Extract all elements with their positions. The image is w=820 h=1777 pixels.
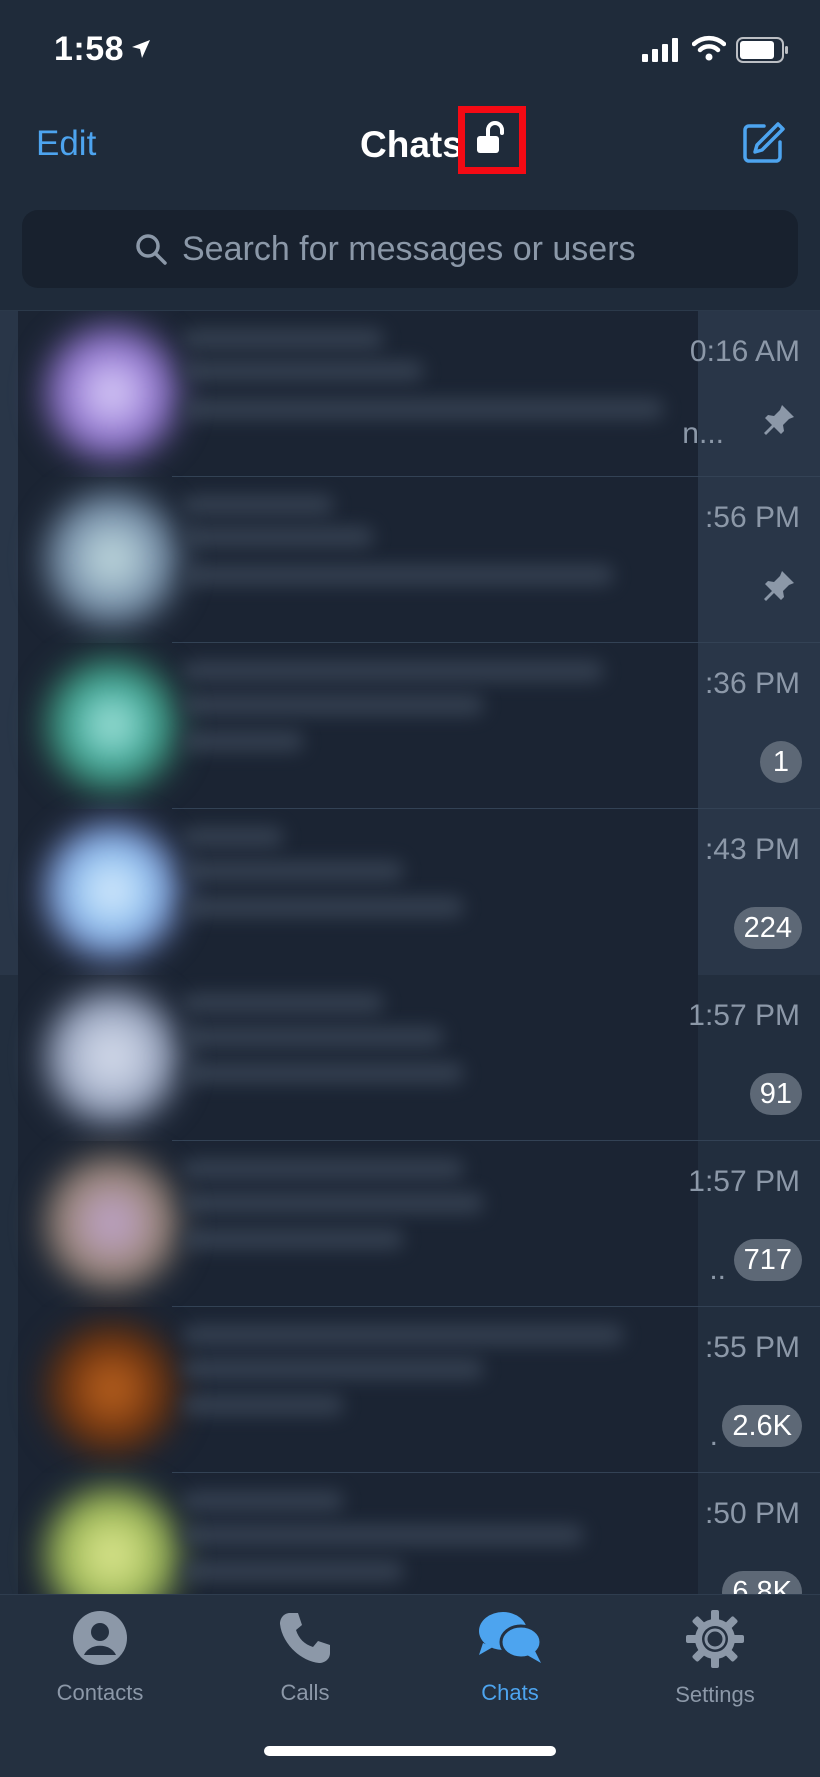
tab-calls[interactable]: Calls (225, 1609, 385, 1719)
avatar (44, 823, 180, 959)
blurred-content (18, 477, 698, 643)
unread-badge: 6.8K (722, 1571, 802, 1594)
avatar (44, 1321, 180, 1457)
battery-icon (736, 37, 790, 68)
chat-preview: . (709, 1419, 718, 1452)
chat-time: :55 PM (704, 1331, 800, 1364)
chat-preview: n... (682, 417, 724, 450)
chat-list[interactable]: 0:16 AM n... :56 PM :36 PM 1:43 PM 224 … (0, 311, 820, 1594)
blurred-content (18, 311, 698, 477)
tab-label: Chats (481, 1680, 539, 1705)
compose-icon (740, 122, 786, 170)
chat-row[interactable]: :50 PM 6.8K (0, 1473, 820, 1594)
chat-row[interactable]: :55 PM . 2.6K (0, 1307, 820, 1473)
chat-row[interactable]: :43 PM 224 (0, 809, 820, 975)
unlock-button[interactable] (458, 106, 526, 174)
wifi-icon (691, 34, 727, 67)
blurred-content (18, 975, 698, 1141)
chats-bubble-icon (430, 1609, 590, 1672)
unread-badge: 91 (749, 1073, 802, 1115)
location-arrow-icon (130, 38, 152, 65)
chat-time: 1:57 PM (688, 1165, 800, 1198)
blurred-content (18, 643, 698, 809)
tab-label: Settings (675, 1682, 755, 1707)
blurred-content (18, 1141, 698, 1307)
chat-time: :56 PM (704, 501, 800, 534)
status-time: 1:58 (54, 30, 125, 68)
tab-label: Contacts (56, 1680, 144, 1705)
pin-icon (762, 403, 796, 442)
blurred-content (18, 1473, 698, 1594)
chat-row[interactable]: 1:57 PM 91 (0, 975, 820, 1141)
tab-chats[interactable]: Chats (430, 1609, 590, 1719)
chat-row[interactable]: 0:16 AM n... (0, 311, 820, 477)
avatar (44, 1155, 180, 1291)
search-bar[interactable] (22, 210, 798, 288)
chat-row[interactable]: 1:57 PM .. 717 (0, 1141, 820, 1307)
phone-icon (225, 1609, 385, 1672)
unread-badge: 1 (760, 741, 802, 783)
unread-badge: 717 (733, 1239, 802, 1281)
contacts-icon (20, 1609, 180, 1672)
edit-button[interactable]: Edit (36, 124, 96, 164)
chat-time: 1:57 PM (688, 999, 800, 1032)
tab-settings[interactable]: Settings (635, 1609, 795, 1719)
chat-row[interactable]: :56 PM (0, 477, 820, 643)
pin-icon (762, 569, 796, 608)
chat-time: 0:16 AM (689, 335, 800, 368)
cellular-signal-icon (642, 38, 680, 67)
gear-icon (635, 1609, 795, 1674)
chat-time: :50 PM (704, 1497, 800, 1530)
avatar (44, 491, 180, 627)
page-title: Chats (360, 124, 463, 165)
status-bar: 1:58 (0, 0, 820, 100)
chat-time: :43 PM (704, 833, 800, 866)
compose-button[interactable] (740, 120, 786, 171)
chat-preview: .. (709, 1253, 726, 1286)
tab-label: Calls (280, 1680, 330, 1705)
tab-contacts[interactable]: Contacts (20, 1609, 180, 1719)
search-icon (134, 232, 168, 271)
unread-badge: 2.6K (722, 1405, 802, 1447)
avatar (44, 1487, 180, 1594)
blurred-content (18, 1307, 698, 1473)
blurred-content (18, 809, 698, 975)
home-indicator (264, 1746, 556, 1756)
search-input[interactable] (182, 210, 772, 288)
chat-time: :36 PM (704, 667, 800, 700)
avatar (44, 657, 180, 793)
avatar (44, 989, 180, 1125)
unread-badge: 224 (733, 907, 802, 949)
unlock-icon (475, 120, 509, 160)
nav-bar: Edit Chats (0, 100, 820, 200)
chat-row[interactable]: :36 PM 1 (0, 643, 820, 809)
avatar (44, 325, 180, 461)
